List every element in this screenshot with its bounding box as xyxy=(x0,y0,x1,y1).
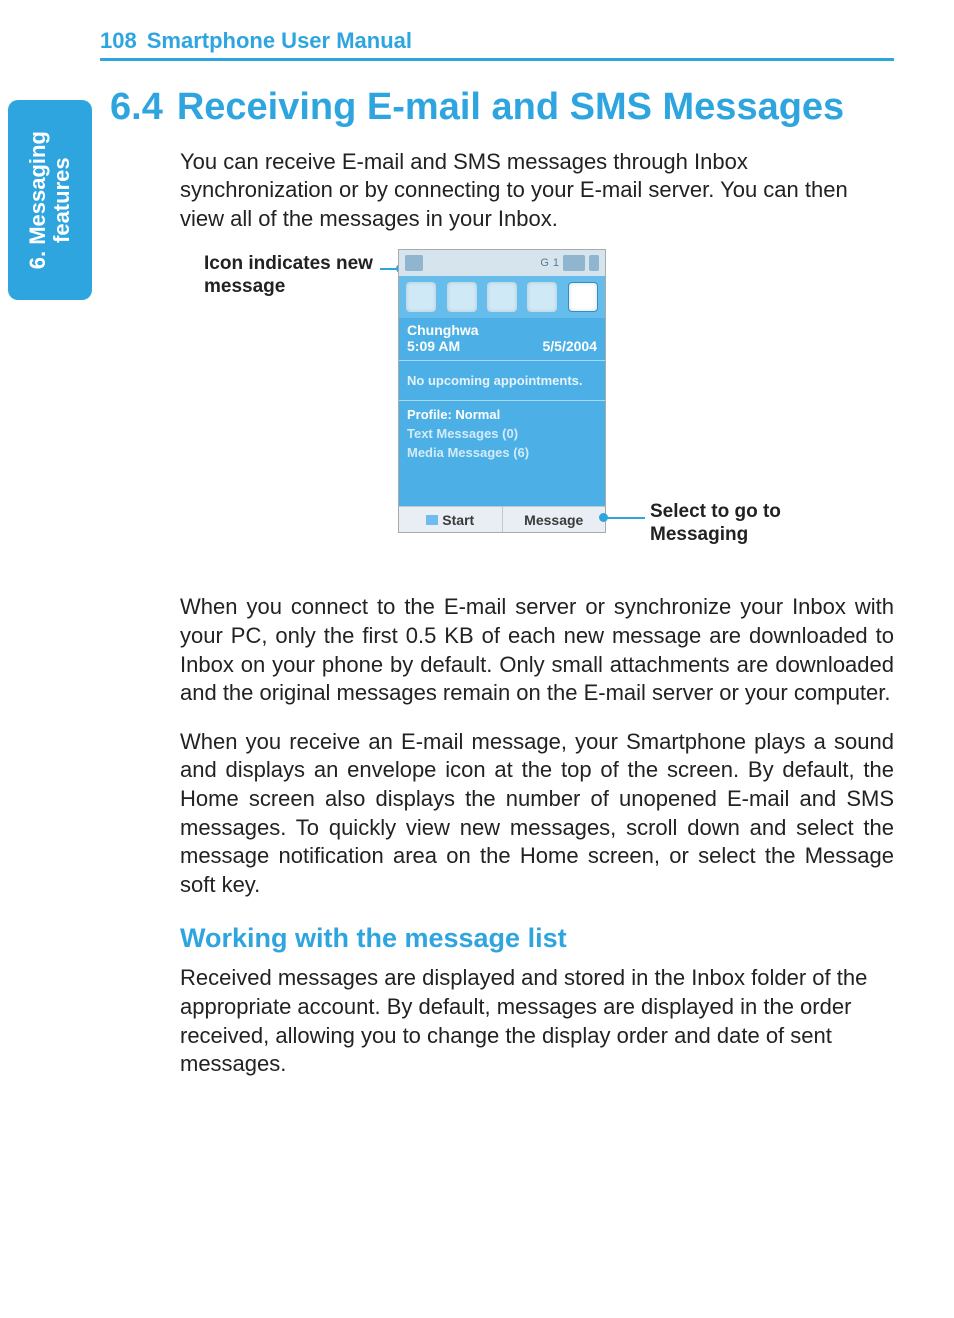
section-title: Receiving E-mail and SMS Messages xyxy=(177,86,844,130)
page-number: 108 xyxy=(100,28,137,54)
app-icon-row xyxy=(399,276,605,318)
chapter-side-tab: 6. Messaging features xyxy=(8,100,92,300)
softkey-start[interactable]: Start xyxy=(399,507,503,532)
status-g-icon: G xyxy=(540,257,549,269)
text-messages-label: Text Messages (0) xyxy=(399,424,605,443)
section-heading: 6.4 Receiving E-mail and SMS Messages xyxy=(110,86,894,130)
paragraph-receive: When you receive an E-mail message, your… xyxy=(180,728,894,900)
page-header: 108 Smartphone User Manual xyxy=(100,28,894,61)
date-label: 5/5/2004 xyxy=(543,338,598,354)
chapter-side-tab-text: 6. Messaging features xyxy=(26,131,74,269)
paragraph-sync: When you connect to the E-mail server or… xyxy=(180,593,894,707)
envelope-icon xyxy=(405,255,423,271)
carrier-label: Chunghwa xyxy=(399,318,605,338)
profile-label: Profile: Normal xyxy=(399,401,605,424)
time-date-row: 5:09 AM 5/5/2004 xyxy=(399,338,605,360)
softkey-message[interactable]: Message xyxy=(503,507,606,532)
appointments-label: No upcoming appointments. xyxy=(399,361,605,400)
signal-icon xyxy=(589,255,599,271)
screenshot-diagram: Icon indicates new message G 1 Chung xyxy=(180,253,894,553)
card-app-icon xyxy=(487,282,517,312)
media-messages-label: Media Messages (6) xyxy=(399,443,605,462)
status-count: 1 xyxy=(553,257,559,269)
plus-app-icon xyxy=(568,282,598,312)
status-bar: G 1 xyxy=(399,250,605,276)
intro-paragraph: You can receive E-mail and SMS messages … xyxy=(180,148,894,234)
notes-app-icon xyxy=(447,282,477,312)
callout-new-message: Icon indicates new message xyxy=(204,253,394,299)
pointer-line-right xyxy=(607,517,645,519)
time-label: 5:09 AM xyxy=(407,338,460,354)
battery-icon xyxy=(563,255,585,271)
callout-messaging: Select to go to Messaging xyxy=(650,501,870,547)
subheading-message-list: Working with the message list xyxy=(180,923,894,954)
windows-flag-icon xyxy=(426,515,438,525)
paragraph-message-list: Received messages are displayed and stor… xyxy=(180,964,894,1078)
phone-screenshot: G 1 Chunghwa 5:09 AM 5/5/2004 No upcomin… xyxy=(398,249,606,533)
mail-app-icon xyxy=(406,282,436,312)
section-number: 6.4 xyxy=(110,86,163,130)
ie-app-icon xyxy=(527,282,557,312)
manual-title: Smartphone User Manual xyxy=(147,28,412,54)
softkey-bar: Start Message xyxy=(399,506,605,532)
